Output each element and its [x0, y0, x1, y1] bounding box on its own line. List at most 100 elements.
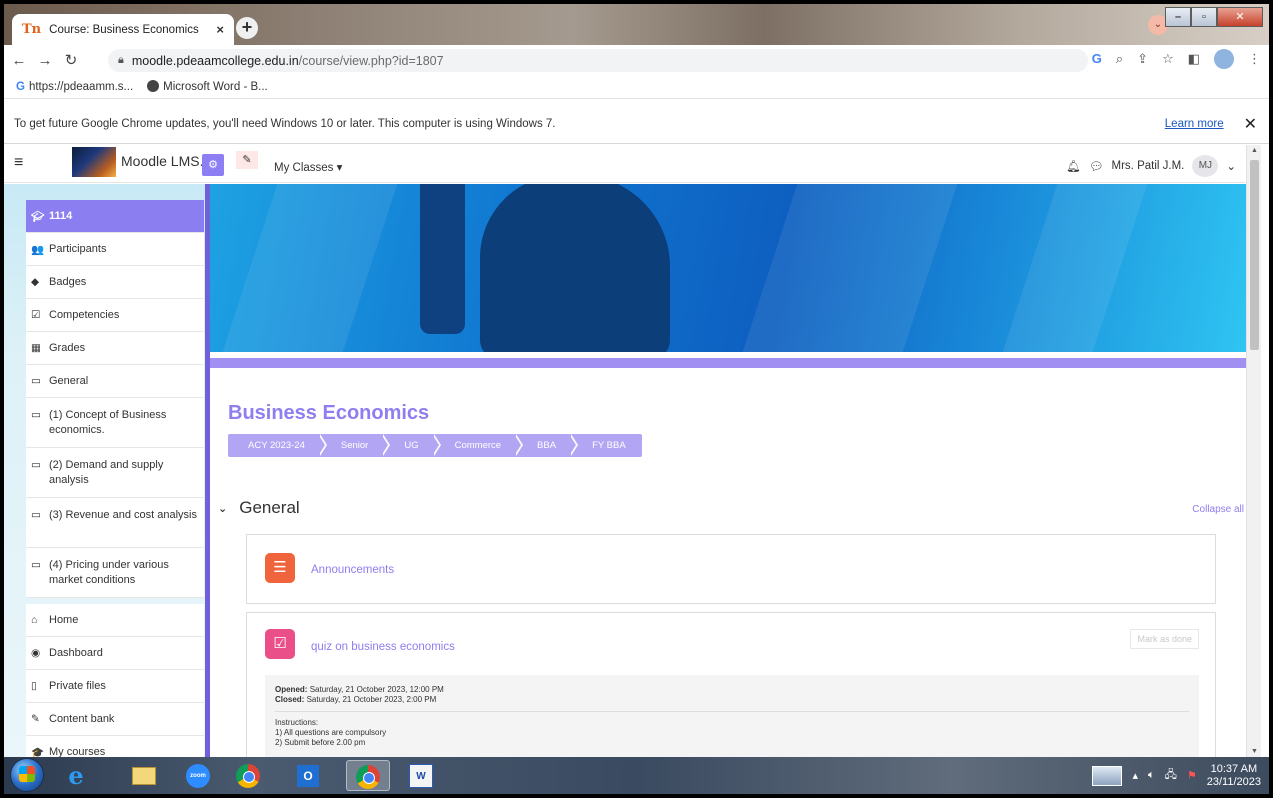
drawer-course-home[interactable]: 🎓︎ 1114	[26, 200, 204, 233]
file-explorer-icon[interactable]	[122, 760, 166, 791]
side-panel-icon[interactable]: ◧	[1188, 51, 1200, 69]
drawer-item-home[interactable]: ⌂ Home	[26, 604, 204, 637]
banner-stripe	[222, 184, 398, 352]
chrome-active-icon[interactable]	[346, 760, 390, 791]
breadcrumb-item[interactable]: Senior	[321, 434, 391, 457]
breadcrumb-item[interactable]: BBA	[517, 434, 579, 457]
tab-close-icon[interactable]: ×	[216, 22, 224, 37]
site-brand[interactable]: Moodle LMS.	[121, 153, 203, 169]
section-header[interactable]: ⌄ General	[218, 498, 300, 518]
chrome-logo-icon	[236, 763, 260, 788]
details-divider	[275, 711, 1189, 712]
drawer-item-private-files[interactable]: ▯ Private files	[26, 670, 204, 703]
moodle-favicon-icon: Tn	[22, 22, 42, 37]
zoom-app-icon[interactable]: zoom	[176, 760, 220, 791]
drawer-item-label: (2) Demand and supply analysis	[49, 459, 164, 486]
minimize-button[interactable]: –	[1165, 7, 1191, 27]
internet-explorer-icon[interactable]: e	[54, 760, 98, 791]
zoom-icon[interactable]: ⌕	[1116, 51, 1123, 69]
window-close-button[interactable]: ✕	[1217, 7, 1263, 27]
activity-details: Opened: Saturday, 21 October 2023, 12:00…	[265, 675, 1199, 757]
drawer-item-label: Content bank	[49, 713, 115, 725]
drawer-item-grades[interactable]: ▦ Grades	[26, 332, 204, 365]
drawer-item-section-2[interactable]: ▭ (2) Demand and supply analysis	[26, 448, 204, 498]
google-translate-icon[interactable]: G	[1092, 51, 1102, 69]
breadcrumb-label: Senior	[340, 440, 369, 451]
edit-mode-icon[interactable]: ✎	[236, 151, 258, 169]
forum-icon: ☰	[265, 553, 295, 583]
drawer-item-section-4[interactable]: ▭ (4) Pricing under various market condi…	[26, 548, 204, 598]
breadcrumb-item[interactable]: ACY 2023-24	[228, 434, 327, 457]
share-icon[interactable]: ⇪	[1137, 51, 1148, 69]
volume-muted-icon[interactable]: 🔈︎	[1148, 769, 1155, 782]
breadcrumb-item[interactable]: Commerce	[435, 434, 524, 457]
network-signal-icon[interactable]	[1092, 765, 1123, 786]
user-avatar[interactable]: MJ	[1192, 155, 1219, 177]
graduation-cap-icon: 🎓︎	[31, 210, 45, 223]
user-menu-caret-icon[interactable]: ⌄	[1226, 159, 1236, 173]
chrome-icon[interactable]	[226, 760, 270, 791]
maximize-button[interactable]: ▫	[1191, 7, 1217, 27]
bookmark-item[interactable]: Ghttps://pdeaamm.s...	[16, 81, 133, 93]
drawer-toggle-icon[interactable]: ≡	[14, 154, 23, 172]
my-classes-menu[interactable]: My Classes ▾	[274, 160, 342, 174]
mark-as-done-button[interactable]: Mark as done	[1130, 629, 1199, 649]
breadcrumb-item[interactable]: UG	[384, 434, 441, 457]
clock-date: 23/11/2023	[1206, 775, 1261, 788]
action-center-icon[interactable]: ⚑	[1187, 769, 1197, 782]
drawer-item-label: Badges	[49, 276, 87, 288]
site-logo[interactable]	[72, 147, 116, 177]
drawer-item-section-1[interactable]: ▭ (1) Concept of Business economics.	[26, 398, 204, 448]
closed-date: Closed: Saturday, 21 October 2023, 2:00 …	[275, 695, 1189, 705]
activity-link[interactable]: Announcements	[311, 564, 394, 576]
bookmark-star-icon[interactable]: ☆	[1162, 51, 1174, 69]
drawer-item-dashboard[interactable]: ◉ Dashboard	[26, 637, 204, 670]
learn-more-link[interactable]: Learn more	[1165, 118, 1224, 130]
folder-icon: ▭	[31, 375, 41, 387]
drawer-item-section-3[interactable]: ▭ (3) Revenue and cost analysis	[26, 498, 204, 548]
network-icon[interactable]: 🖧	[1165, 766, 1177, 785]
scrollbar-thumb[interactable]	[1250, 160, 1259, 350]
closed-value: Saturday, 21 October 2023, 2:00 PM	[306, 695, 437, 704]
banner-accent-bar	[210, 358, 1246, 368]
user-name[interactable]: Mrs. Patil J.M.	[1112, 160, 1185, 172]
system-clock[interactable]: 10:37 AM 23/11/2023	[1207, 763, 1261, 789]
back-icon[interactable]: ←	[8, 52, 30, 69]
scroll-down-icon[interactable]: ▼	[1247, 748, 1262, 755]
forward-icon[interactable]: →	[34, 52, 56, 69]
bookmarks-bar: Ghttps://pdeaamm.s... Microsoft Word - B…	[4, 75, 1269, 99]
menu-kebab-icon[interactable]: ⋮	[1248, 51, 1261, 69]
tray-expand-icon[interactable]: ▴	[1132, 769, 1138, 782]
chevron-down-icon[interactable]: ⌄	[218, 502, 227, 515]
drawer-item-content-bank[interactable]: ✎ Content bank	[26, 703, 204, 736]
lock-icon[interactable]: 🔒︎	[118, 54, 124, 67]
reload-icon[interactable]: ↻	[60, 51, 82, 69]
bookmark-item[interactable]: Microsoft Word - B...	[147, 80, 268, 93]
infobar-close-icon[interactable]: ✕	[1244, 114, 1257, 134]
messages-icon[interactable]: 💬︎	[1089, 159, 1104, 173]
url-bar[interactable]: 🔒︎ moodle.pdeaamcollege.edu.in/course/vi…	[108, 49, 1088, 72]
breadcrumb-item[interactable]: FY BBA	[572, 434, 642, 457]
opened-label: Opened:	[275, 685, 308, 694]
browser-tab[interactable]: Tn Course: Business Economics ×	[12, 14, 234, 45]
collapse-all-link[interactable]: Collapse all	[1192, 504, 1244, 515]
drawer-item-general[interactable]: ▭ General	[26, 365, 204, 398]
drawer-item-participants[interactable]: 👥 Participants	[26, 233, 204, 266]
start-button[interactable]	[10, 758, 44, 792]
drawer-item-competencies[interactable]: ☑ Competencies	[26, 299, 204, 332]
activity-link[interactable]: quiz on business economics	[311, 641, 455, 653]
new-tab-button[interactable]: +	[236, 17, 258, 39]
outlook-icon[interactable]: O	[286, 760, 330, 791]
outlook-label: O	[297, 764, 319, 787]
breadcrumb-separator-icon	[431, 434, 439, 456]
settings-cog-icon[interactable]: ⚙	[202, 154, 224, 176]
scroll-up-icon[interactable]: ▲	[1247, 147, 1262, 154]
word-icon[interactable]: W	[399, 760, 443, 791]
google-icon: G	[16, 80, 25, 93]
drawer-item-badges[interactable]: ◆ Badges	[26, 266, 204, 299]
course-title: Business Economics	[228, 402, 430, 424]
profile-avatar-icon[interactable]	[1214, 49, 1234, 69]
notifications-bell-icon[interactable]: 🔔︎	[1066, 159, 1081, 173]
banner-stripe	[1002, 184, 1148, 352]
page-scrollbar[interactable]: ▲ ▼	[1246, 145, 1261, 757]
